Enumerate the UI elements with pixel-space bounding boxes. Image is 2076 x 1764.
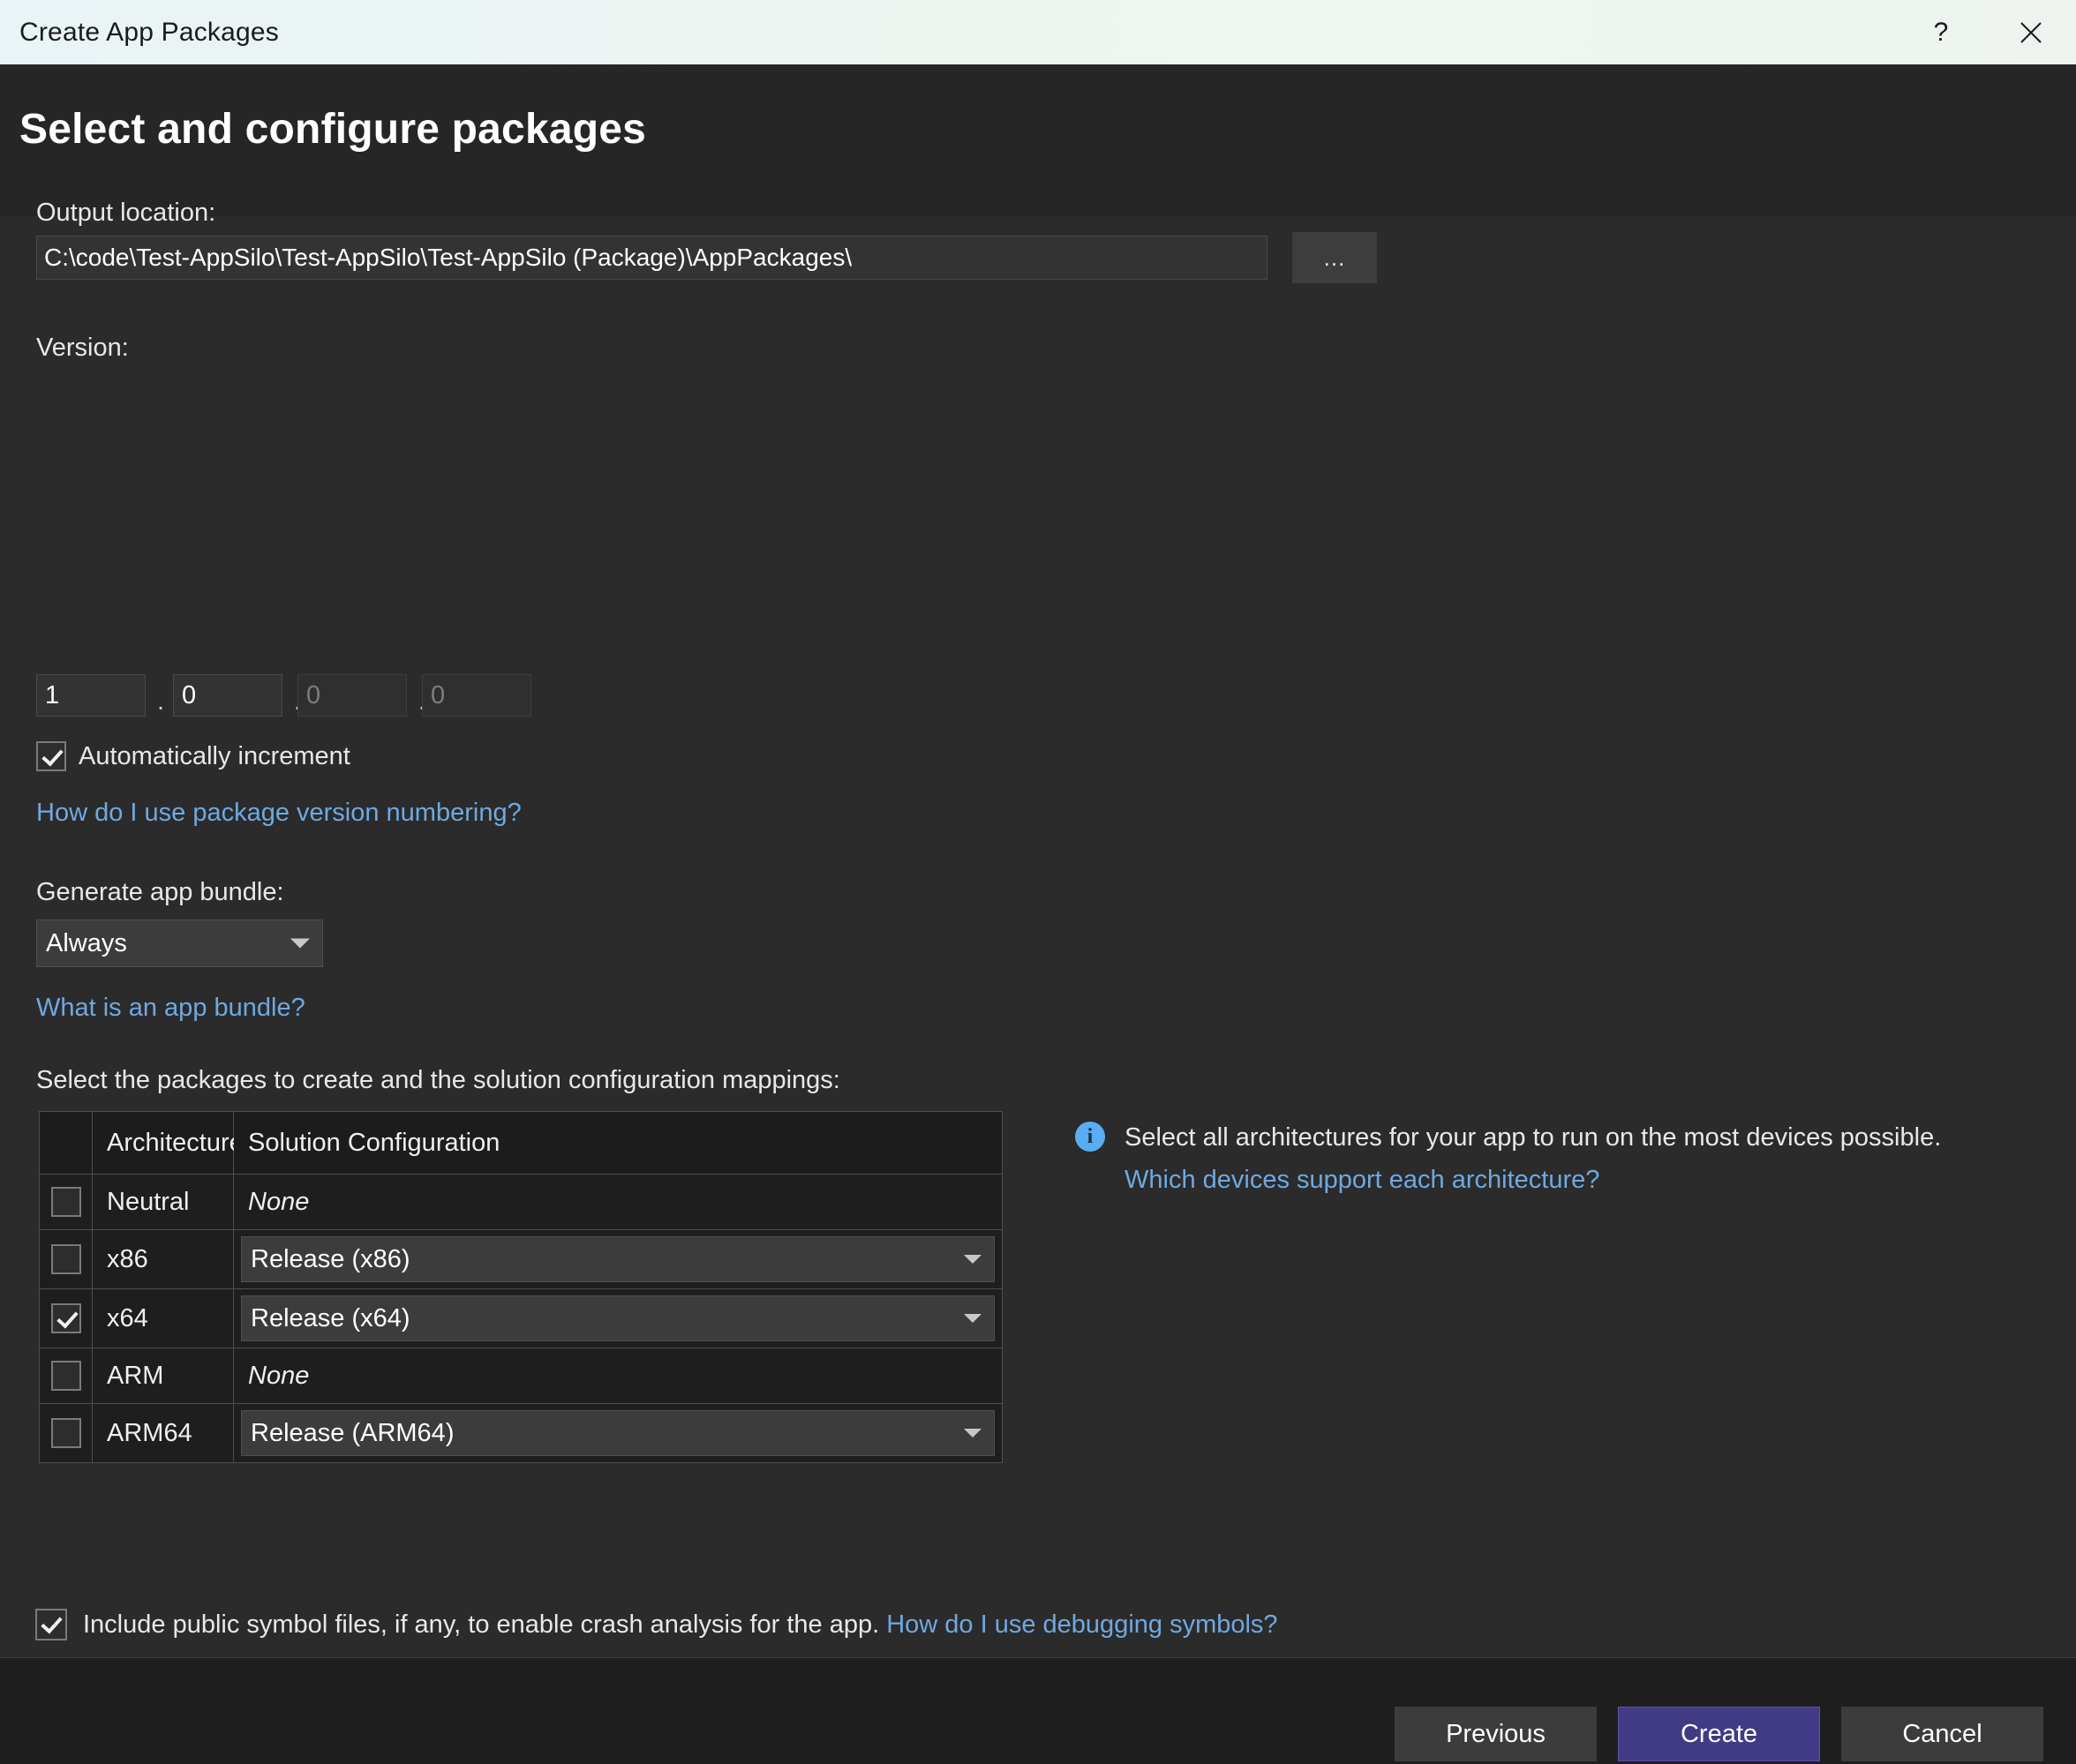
window-title: Create App Packages [19,17,279,47]
row-configuration-cell: None [234,1175,1002,1229]
row-select-cell[interactable] [40,1230,93,1288]
row-architecture: Neutral [93,1175,234,1229]
create-app-packages-dialog: Create App Packages ? Select and configu… [0,0,2076,1764]
page-title: Select and configure packages [19,106,647,153]
row-configuration-cell: Release (x86) [234,1230,1002,1288]
row-configuration-none: None [248,1187,310,1216]
row-configuration-value: Release (ARM64) [251,1418,455,1447]
title-bar: Create App Packages ? [0,0,2076,64]
row-configuration-none: None [248,1361,310,1390]
app-bundle-selected-value: Always [46,928,127,957]
row-select-cell[interactable] [40,1289,93,1347]
row-configuration-cell: Release (x64) [234,1289,1002,1347]
checkbox-box-arm64 [50,1418,81,1448]
table-row: x86 Release (x86) [40,1230,1002,1289]
table-row: x64 Release (x64) [40,1289,1002,1348]
header-cell-solution-configuration: Solution Configuration [234,1112,1002,1174]
version-major-input[interactable]: 1 [36,674,146,717]
info-icon: i [1075,1122,1105,1152]
row-configuration-cell: Release (ARM64) [234,1404,1002,1462]
table-row: ARM64 Release (ARM64) [40,1404,1002,1462]
checkbox-box-include-symbols [35,1609,67,1640]
cancel-button[interactable]: Cancel [1841,1707,2043,1761]
auto-increment-checkbox[interactable]: Automatically increment [36,741,350,771]
row-configuration-value: Release (x86) [251,1244,410,1273]
chevron-down-icon [964,1429,982,1437]
table-row: ARM None [40,1348,1002,1404]
what-is-app-bundle-link[interactable]: What is an app bundle? [36,994,305,1023]
architecture-info-panel: i Select all architectures for your app … [1075,1116,1975,1201]
app-bundle-select[interactable]: Always [36,920,323,967]
row-architecture: ARM [93,1348,234,1403]
chevron-down-icon [964,1314,982,1323]
include-symbols-label: Include public symbol files, if any, to … [83,1610,887,1639]
header-cell-select [40,1112,93,1174]
app-bundle-label: Generate app bundle: [36,878,284,906]
debugging-symbols-link[interactable]: How do I use debugging symbols? [886,1610,1277,1639]
version-minor-input[interactable]: 0 [173,674,282,717]
checkbox-box-neutral [50,1187,81,1217]
row-configuration-cell: None [234,1348,1002,1403]
chevron-down-icon [964,1255,982,1264]
row-configuration-value: Release (x64) [251,1303,410,1332]
chevron-down-icon [290,938,310,949]
which-devices-link[interactable]: Which devices support each architecture? [1124,1166,1599,1194]
row-select-cell[interactable] [40,1404,93,1462]
version-separator-1: . [157,687,165,716]
table-header-row: Architecture Solution Configuration [40,1112,1002,1175]
packages-table: Architecture Solution Configuration Neut… [39,1111,1003,1463]
include-symbols-row[interactable]: Include public symbol files, if any, to … [35,1609,1278,1640]
output-location-input[interactable]: C:\code\Test-AppSilo\Test-AppSilo\Test-A… [36,236,1267,280]
row-select-cell[interactable] [40,1175,93,1229]
include-symbols-text-wrapper: Include public symbol files, if any, to … [83,1610,1278,1640]
table-row: Neutral None [40,1175,1002,1230]
close-button[interactable] [1986,0,2076,64]
info-text-wrapper: Select all architectures for your app to… [1124,1116,1975,1201]
row-configuration-select-x64[interactable]: Release (x64) [241,1295,995,1341]
close-icon [2020,21,2042,43]
row-select-cell[interactable] [40,1348,93,1403]
header-band: Select and configure packages [0,64,2076,216]
dialog-body: Output location: C:\code\Test-AppSilo\Te… [0,199,2076,1657]
row-configuration-select-arm64[interactable]: Release (ARM64) [241,1410,995,1456]
help-button[interactable]: ? [1896,0,1986,64]
row-architecture: x64 [93,1289,234,1347]
row-configuration-select-x86[interactable]: Release (x86) [241,1236,995,1282]
auto-increment-label: Automatically increment [79,741,350,770]
previous-button[interactable]: Previous [1395,1707,1597,1761]
output-location-label: Output location: [36,199,216,227]
checkbox-box-x86 [50,1244,81,1274]
packages-instruction: Select the packages to create and the so… [36,1066,840,1094]
checkbox-box-arm [50,1361,81,1391]
row-architecture: ARM64 [93,1404,234,1462]
question-mark-icon: ? [1933,17,1949,47]
checkbox-box-auto-increment [36,741,66,771]
row-architecture: x86 [93,1230,234,1288]
browse-output-location-button[interactable]: ... [1292,232,1377,283]
version-label: Version: [36,334,129,362]
create-button[interactable]: Create [1618,1707,1820,1761]
version-build-input[interactable]: 0 [297,674,407,717]
version-numbering-link[interactable]: How do I use package version numbering? [36,799,522,828]
info-text: Select all architectures for your app to… [1124,1123,1942,1152]
version-revision-input[interactable]: 0 [422,674,531,717]
header-cell-architecture: Architecture [93,1112,244,1174]
checkbox-box-x64 [50,1303,81,1333]
